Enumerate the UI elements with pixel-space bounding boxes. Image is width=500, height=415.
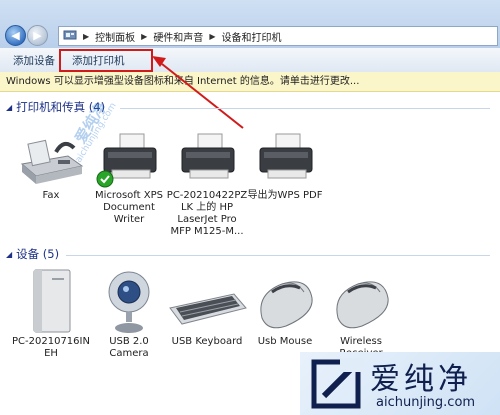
- watermark-logo: 爱纯净 aichunjing.com: [300, 352, 500, 415]
- device-wireless-receiver[interactable]: Wireless Receiver: [318, 268, 404, 360]
- devices-group-header[interactable]: ◢ 设备 (5): [6, 246, 59, 262]
- device-wps-pdf[interactable]: 导出为WPS PDF: [242, 126, 328, 202]
- watermark-logo-icon: [311, 358, 364, 409]
- keyboard-icon: [164, 268, 250, 336]
- device-usb-mouse[interactable]: Usb Mouse: [242, 268, 328, 348]
- webcam-icon: [86, 268, 172, 336]
- group-divider: [66, 255, 490, 256]
- device-hp-laserjet[interactable]: PC-20210422PZ LK 上的 HP LaserJet Pro MFP …: [164, 126, 250, 238]
- printer-icon: [164, 126, 250, 190]
- default-check-icon: [96, 170, 114, 188]
- watermark-brand: 爱纯净: [370, 362, 472, 397]
- device-keyboard[interactable]: USB Keyboard: [164, 268, 250, 348]
- mouse-icon: [318, 268, 404, 336]
- printer-icon: [242, 126, 328, 190]
- mouse-icon: [242, 268, 328, 336]
- collapse-triangle-icon: ◢: [6, 102, 13, 112]
- watermark-url: aichunjing.com: [376, 395, 476, 410]
- computer-tower-icon: [8, 268, 94, 336]
- device-webcam[interactable]: USB 2.0 Camera: [86, 268, 172, 360]
- collapse-triangle-icon: ◢: [6, 249, 13, 259]
- device-xps-writer[interactable]: Microsoft XPS Document Writer: [86, 126, 172, 226]
- device-computer[interactable]: PC-20210716IN EH: [8, 268, 94, 360]
- group-divider: [120, 108, 490, 109]
